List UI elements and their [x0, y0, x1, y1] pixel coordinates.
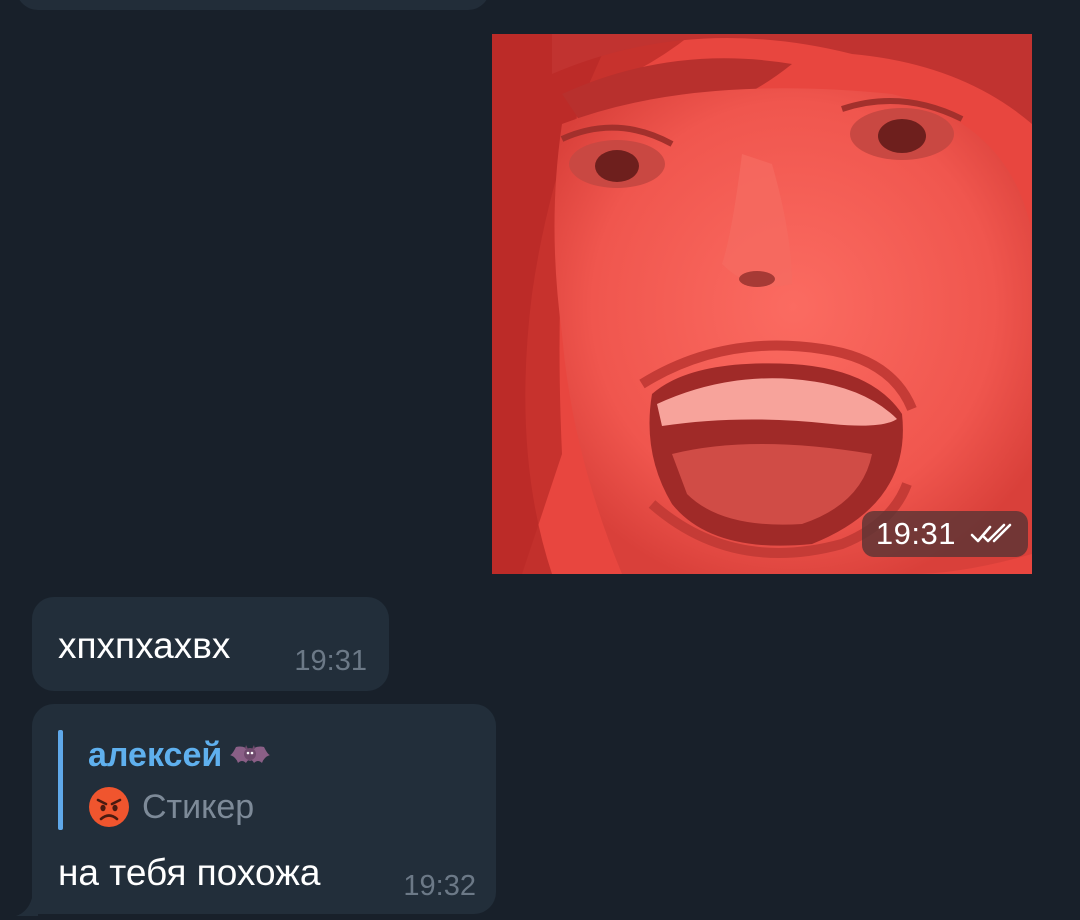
sticker-image — [492, 34, 1032, 574]
reply-accent-bar — [58, 730, 63, 830]
message-time: 19:31 — [875, 516, 956, 551]
message-time: 19:31 — [294, 645, 367, 677]
sticker-message[interactable]: 19:31 — [492, 34, 1032, 574]
message-time: 19:32 — [403, 870, 476, 902]
double-check-icon — [970, 523, 1014, 545]
reply-preview: Стикер — [88, 786, 254, 828]
reply-preview-text: Стикер — [142, 787, 255, 826]
incoming-reply-message[interactable]: алексей Стикер на тебя похожа 19:32 — [32, 704, 496, 914]
previous-message-bubble[interactable] — [16, 0, 490, 10]
bat-emoji-icon — [230, 741, 271, 771]
reply-author-name: алексей — [88, 736, 223, 774]
message-text: на тебя похожа — [58, 852, 321, 893]
incoming-message[interactable]: хпхпхахвх 19:31 — [32, 597, 389, 691]
angry-face-emoji-icon — [88, 786, 130, 828]
bubble-tail — [16, 898, 38, 916]
chat-history: 19:31 хпхпхахвх 19:31 алексей Стикер на … — [0, 0, 1080, 920]
message-text: хпхпхахвх — [58, 625, 231, 666]
reply-quote[interactable]: алексей Стикер — [58, 730, 358, 830]
reply-author: алексей — [88, 736, 271, 775]
sticker-meta-badge: 19:31 — [861, 511, 1028, 557]
